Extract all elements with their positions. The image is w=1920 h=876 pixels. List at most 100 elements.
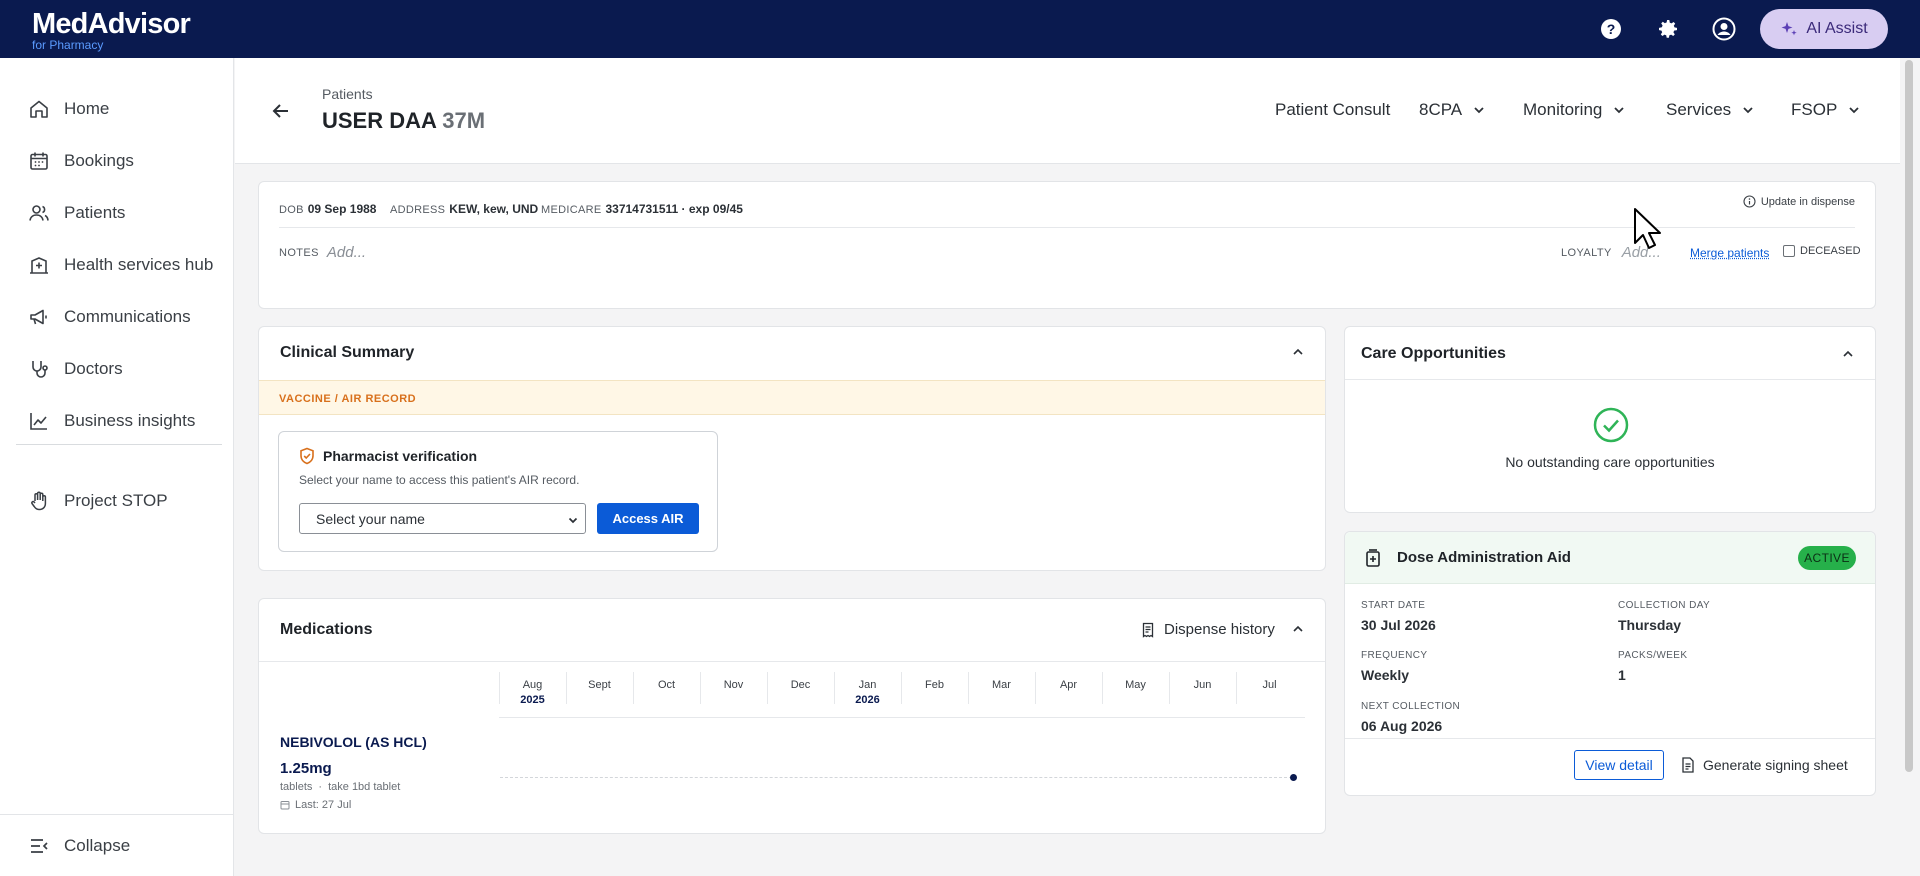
medicare-field: MEDICARE 33714731511 · exp 09/45 — [541, 202, 743, 216]
next-collection-label: NEXT COLLECTION — [1361, 701, 1461, 712]
patient-header: Patients USER DAA 37M Patient Consult 8C… — [235, 58, 1900, 164]
ai-assist-label: AI Assist — [1806, 20, 1868, 37]
menu-label: Patient Consult — [1275, 100, 1391, 119]
month-label: Sept — [566, 679, 633, 694]
svg-text:?: ? — [1607, 21, 1616, 37]
medications-title: Medications — [280, 621, 373, 638]
merge-patients-link[interactable]: Merge patients — [1690, 246, 1769, 260]
chevron-down-icon — [568, 517, 578, 524]
sidebar-collapse-button[interactable]: Collapse — [0, 814, 234, 876]
month-label: Feb — [901, 679, 968, 694]
pharmacist-name-select[interactable]: Select your name — [299, 503, 586, 534]
logo-subtitle: for Pharmacy — [32, 38, 104, 52]
verification-heading: Pharmacist verification — [299, 447, 477, 465]
sidebar-item-doctors[interactable]: Doctors — [28, 355, 123, 383]
users-icon — [29, 205, 49, 221]
page-title: USER DAA 37M — [322, 108, 485, 134]
chevron-down-icon — [1849, 107, 1859, 114]
info-icon — [1743, 195, 1756, 208]
access-air-button[interactable]: Access AIR — [597, 503, 699, 534]
menu-fsop[interactable]: FSOP — [1791, 100, 1861, 120]
help-icon[interactable]: ? — [1598, 16, 1624, 42]
chevron-up-icon[interactable] — [1291, 622, 1305, 636]
scrollbar-thumb[interactable] — [1905, 60, 1913, 772]
ai-assist-button[interactable]: AI Assist — [1760, 9, 1888, 49]
menu-monitoring[interactable]: Monitoring — [1523, 100, 1626, 120]
sidebar-item-patients[interactable]: Patients — [28, 199, 125, 227]
breadcrumb[interactable]: Patients — [322, 86, 373, 102]
checkbox-box[interactable] — [1783, 245, 1795, 257]
sidebar-item-project-stop[interactable]: Project STOP — [28, 487, 168, 515]
logo-name: MedAdvisor — [32, 8, 191, 40]
medications-card: Medications Dispense history Aug 2025 Sept… — [258, 598, 1326, 834]
verification-description: Select your name to access this patient'… — [299, 473, 580, 487]
receipt-icon — [1142, 622, 1154, 638]
address-label: ADDRESS — [390, 204, 446, 216]
last-dispensed: Last: 27 Jul — [280, 799, 351, 811]
month-name: Oct — [657, 679, 676, 691]
megaphone-icon — [30, 309, 47, 325]
menu-label: FSOP — [1791, 100, 1838, 119]
page-scrollbar[interactable] — [1902, 58, 1916, 773]
verification-title: Pharmacist verification — [323, 448, 478, 464]
menu-8cpa[interactable]: 8CPA — [1419, 100, 1486, 120]
daa-header: Dose Administration Aid ACTIVE — [1345, 532, 1875, 584]
chevron-up-icon[interactable] — [1291, 345, 1305, 359]
stethoscope-icon — [32, 361, 48, 378]
back-arrow-icon[interactable] — [271, 101, 291, 121]
month-label: Jan 2026 — [834, 679, 901, 706]
document-icon — [1682, 757, 1694, 773]
medication-direction-text: take 1bd tablet — [328, 781, 401, 793]
dispense-history-label: Dispense history — [1164, 621, 1275, 638]
medication-strength: 1.25mg — [280, 760, 332, 777]
medication-name[interactable]: NEBIVOLOL (AS HCL) — [280, 734, 427, 750]
medicare-label: MEDICARE — [541, 204, 602, 216]
status-badge: ACTIVE — [1798, 546, 1856, 570]
sidebar-item-label: Home — [64, 99, 110, 118]
dob-field: DOB 09 Sep 1988 — [279, 202, 376, 216]
sidebar-item-home[interactable]: Home — [28, 95, 109, 123]
menu-patient-consult[interactable]: Patient Consult — [1275, 100, 1390, 120]
update-in-dispense-link[interactable]: Update in dispense — [1743, 195, 1855, 208]
generate-signing-sheet-button[interactable]: Generate signing sheet — [1681, 750, 1848, 780]
address-value: KEW, kew, UND — [449, 202, 539, 216]
dispense-point[interactable] — [1290, 774, 1297, 781]
calendar-icon — [280, 801, 290, 810]
account-icon[interactable] — [1711, 16, 1737, 42]
chevron-up-icon[interactable] — [1841, 347, 1855, 361]
menu-services[interactable]: Services — [1666, 100, 1755, 120]
sidebar-item-communications[interactable]: Communications — [28, 303, 191, 331]
month-name: Feb — [925, 679, 944, 691]
chevron-down-icon — [1474, 107, 1484, 114]
app-logo[interactable]: MedAdvisor for Pharmacy — [32, 8, 191, 52]
sidebar-item-health-services-hub[interactable]: Health services hub — [28, 251, 213, 279]
month-label: Aug 2025 — [499, 679, 566, 706]
next-collection-value: 06 Aug 2026 — [1361, 718, 1443, 734]
deceased-checkbox[interactable]: DECEASED — [1783, 245, 1861, 257]
frequency-value: Weekly — [1361, 667, 1409, 683]
sidebar-item-business-insights[interactable]: Business insights — [28, 407, 195, 435]
clinical-summary-title: Clinical Summary — [280, 344, 415, 361]
month-name: May — [1125, 679, 1146, 691]
sidebar-divider — [16, 444, 222, 445]
notes-input[interactable]: Add... — [327, 244, 366, 261]
menu-label: Services — [1666, 100, 1732, 119]
care-header: Care Opportunities — [1345, 327, 1875, 380]
notes-field: NOTES Add... — [279, 244, 366, 261]
patient-name: USER DAA — [322, 108, 437, 133]
start-date-label: START DATE — [1361, 600, 1426, 611]
start-date-value: 30 Jul 2026 — [1361, 617, 1436, 633]
month-label: Mar — [968, 679, 1035, 694]
daa-divider — [1345, 738, 1875, 739]
month-label: Nov — [700, 679, 767, 694]
view-detail-button[interactable]: View detail — [1574, 750, 1664, 780]
dispense-history-button[interactable]: Dispense history — [1140, 621, 1275, 638]
gear-icon[interactable] — [1655, 16, 1681, 42]
medication-form: tablets — [280, 781, 313, 793]
vaccine-air-record-banner: VACCINE / AIR RECORD — [259, 380, 1325, 415]
sidebar-item-bookings[interactable]: Bookings — [28, 147, 134, 175]
sidebar-item-label: Patients — [64, 203, 126, 222]
medicare-value: 33714731511 · exp 09/45 — [605, 202, 743, 216]
month-label: Oct — [633, 679, 700, 694]
month-name: Apr — [1059, 679, 1078, 691]
